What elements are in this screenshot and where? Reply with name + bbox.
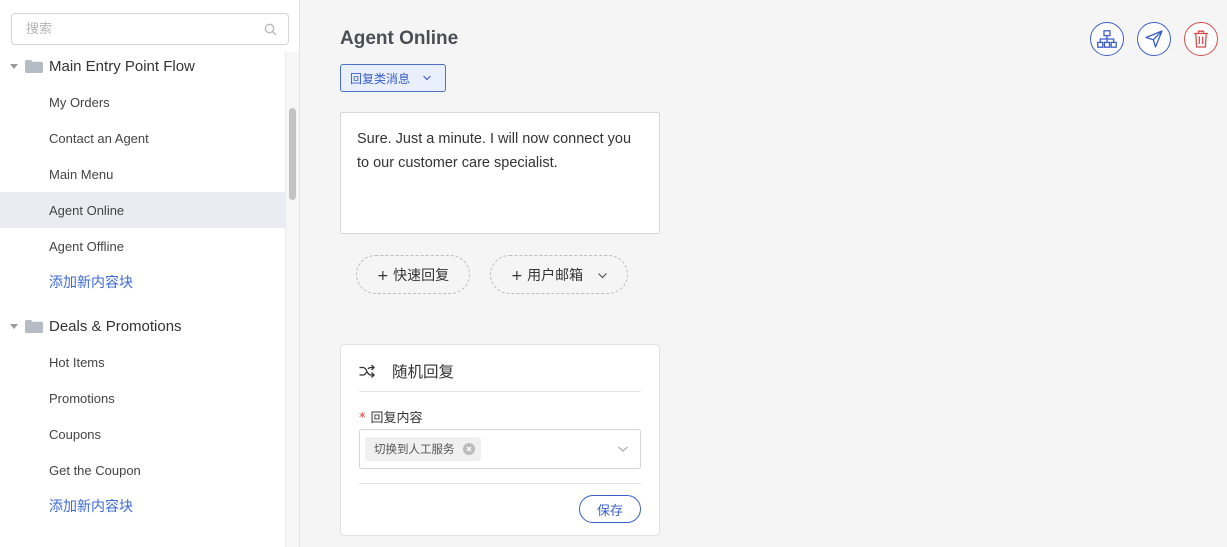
reply-content-select[interactable]: 切换到人工服务 [359, 429, 641, 469]
caret-down-icon[interactable] [10, 324, 18, 329]
close-icon[interactable] [462, 443, 475, 455]
trash-icon [1194, 30, 1208, 48]
card-title: 随机回复 [392, 363, 455, 381]
sidebar-item-my-orders[interactable]: My Orders [0, 84, 285, 120]
quick-reply-label: + 快速回复 [377, 267, 450, 284]
scrollbar-thumb[interactable] [289, 108, 296, 200]
shuffle-icon [359, 364, 375, 378]
sidebar: Main Entry Point Flow My Orders Contact … [0, 0, 300, 547]
flow-map-button[interactable] [1090, 22, 1124, 56]
add-quick-reply-button[interactable]: + 快速回复 [356, 255, 470, 294]
reply-content-label: * 回复内容 [359, 407, 423, 426]
message-type-select[interactable]: 回复类消息 [340, 64, 446, 92]
sidebar-item-agent-online[interactable]: Agent Online [0, 192, 285, 228]
random-reply-card: 随机回复 * 回复内容 切换到人工服务 保存 [340, 344, 660, 536]
divider [359, 391, 641, 392]
card-header: 随机回复 [359, 360, 454, 382]
sidebar-scrollbar[interactable] [285, 52, 299, 547]
sidebar-item-agent-offline[interactable]: Agent Offline [0, 228, 285, 264]
page-title: Agent Online [340, 28, 459, 49]
sidebar-item-promotions[interactable]: Promotions [0, 380, 285, 416]
group-main-entry-point-flow[interactable]: Main Entry Point Flow [0, 50, 285, 84]
add-content-block-link[interactable]: 添加新内容块 [0, 264, 285, 300]
group-label: Deals & Promotions [49, 318, 182, 335]
sidebar-item-contact-an-agent[interactable]: Contact an Agent [0, 120, 285, 156]
sidebar-item-coupons[interactable]: Coupons [0, 416, 285, 452]
delete-button[interactable] [1184, 22, 1218, 56]
add-content-block-link[interactable]: 添加新内容块 [0, 488, 285, 524]
search-box [11, 13, 289, 45]
divider [359, 483, 641, 484]
field-label-text: 回复内容 [370, 411, 423, 426]
chevron-down-icon[interactable] [618, 445, 628, 453]
folder-icon [25, 60, 43, 73]
send-button[interactable] [1137, 22, 1171, 56]
sidebar-item-get-the-coupon[interactable]: Get the Coupon [0, 452, 285, 488]
required-asterisk: * [359, 411, 366, 426]
chevron-down-icon[interactable] [598, 271, 607, 280]
save-button[interactable]: 保存 [579, 495, 641, 523]
folder-icon [25, 320, 43, 333]
send-icon [1145, 30, 1163, 48]
user-email-label: + 用户邮箱 [511, 267, 584, 284]
flow-tree: Main Entry Point Flow My Orders Contact … [0, 50, 285, 524]
add-user-email-button[interactable]: + 用户邮箱 [490, 255, 628, 294]
group-deals-promotions[interactable]: Deals & Promotions [0, 310, 285, 344]
search-icon[interactable] [264, 23, 277, 36]
tag-label: 切换到人工服务 [374, 442, 455, 456]
chevron-down-icon [423, 75, 431, 81]
message-type-value: 回复类消息 [350, 71, 411, 86]
caret-down-icon[interactable] [10, 64, 18, 69]
sidebar-item-hot-items[interactable]: Hot Items [0, 344, 285, 380]
group-label: Main Entry Point Flow [49, 58, 195, 75]
message-text-area[interactable]: Sure. Just a minute. I will now connect … [340, 112, 660, 234]
selected-tag: 切换到人工服务 [365, 437, 481, 461]
main-panel: Agent Online 回复类消息 Sure. Just a minute. … [300, 0, 1227, 547]
search-input[interactable] [12, 14, 288, 44]
sitemap-icon [1097, 30, 1117, 48]
sidebar-item-main-menu[interactable]: Main Menu [0, 156, 285, 192]
